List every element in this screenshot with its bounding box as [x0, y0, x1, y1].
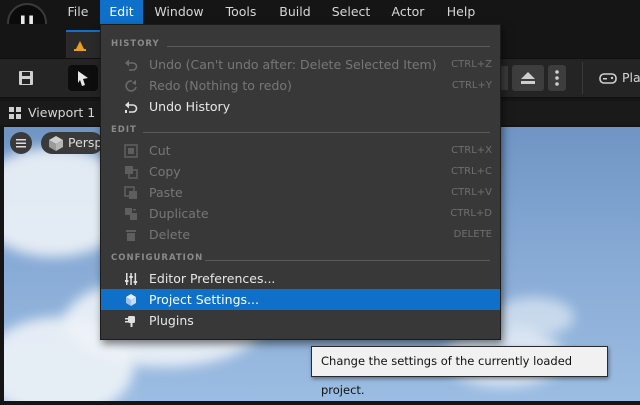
platforms-label: Pla [622, 70, 640, 85]
viewport-menu-button[interactable] [10, 132, 32, 154]
menu-item-cut[interactable]: Cut CTRL+X [101, 140, 500, 161]
menu-select[interactable]: Select [323, 0, 379, 24]
section-history: HISTORY [101, 36, 500, 52]
menu-item-undo[interactable]: Undo (Can't undo after: Delete Selected … [101, 54, 500, 75]
eject-button[interactable] [512, 65, 544, 91]
undo-icon [125, 59, 138, 71]
cube-icon [49, 136, 63, 151]
eject-icon [521, 72, 535, 84]
section-configuration: CONFIGURATION [101, 250, 500, 266]
project-settings-tooltip: Change the settings of the currently loa… [311, 346, 608, 397]
more-options-button[interactable] [548, 65, 566, 91]
section-edit-title: EDIT [111, 125, 137, 135]
menu-file[interactable]: File [59, 0, 97, 24]
copy-icon [125, 166, 138, 179]
duplicate-icon [125, 208, 137, 220]
sliders-icon [125, 273, 138, 285]
paste-icon [124, 186, 137, 199]
trash-icon [126, 230, 136, 241]
tooltip-text: Change the settings of the currently loa… [321, 354, 573, 397]
menu-item-delete[interactable]: Delete DELETE [101, 224, 500, 245]
toolbar-divider [582, 62, 583, 94]
menu-item-undo-history[interactable]: Undo History [101, 96, 500, 117]
platforms-button[interactable]: Pla [596, 64, 640, 92]
hamburger-icon [16, 139, 26, 148]
plug-icon [125, 316, 135, 327]
menu-bar: U File Edit Window Tools Build Select Ac… [0, 0, 640, 43]
level-tab[interactable] [66, 30, 100, 58]
history-icon [125, 101, 138, 113]
menu-build[interactable]: Build [271, 0, 319, 24]
menu-window[interactable]: Window [146, 0, 212, 24]
menu-item-plugins[interactable]: Plugins [101, 310, 500, 331]
menu-item-copy[interactable]: Copy CTRL+C [101, 161, 500, 182]
perspective-button[interactable]: Persp [41, 132, 103, 154]
section-edit: EDIT [101, 122, 500, 138]
edit-menu-dropdown: HISTORY Undo (Can't undo after: Delete S… [100, 24, 501, 340]
menu-actor[interactable]: Actor [383, 0, 433, 24]
menu-tools[interactable]: Tools [215, 0, 267, 24]
menu-item-duplicate[interactable]: Duplicate CTRL+D [101, 203, 500, 224]
menu-item-redo[interactable]: Redo (Nothing to redo) CTRL+Y [101, 75, 500, 96]
menu-item-editor-preferences[interactable]: Editor Preferences... [101, 268, 500, 289]
more-vertical-icon [555, 70, 559, 86]
menu-edit[interactable]: Edit [100, 0, 143, 24]
menu-item-paste[interactable]: Paste CTRL+V [101, 182, 500, 203]
section-history-title: HISTORY [111, 39, 160, 49]
level-icon [74, 41, 86, 51]
cut-icon [124, 144, 138, 158]
redo-icon [125, 80, 137, 92]
perspective-label: Persp [68, 135, 103, 150]
mode-select-icon[interactable] [68, 65, 98, 91]
menu-item-project-settings[interactable]: Project Settings... [101, 289, 500, 310]
menu-help[interactable]: Help [438, 0, 484, 24]
section-configuration-title: CONFIGURATION [111, 253, 204, 263]
project-settings-icon [126, 294, 136, 306]
gamepad-icon [599, 73, 617, 84]
save-icon[interactable] [12, 64, 40, 92]
viewport-tab[interactable]: Viewport 1 [4, 101, 95, 125]
toolbar-segment [500, 66, 508, 90]
